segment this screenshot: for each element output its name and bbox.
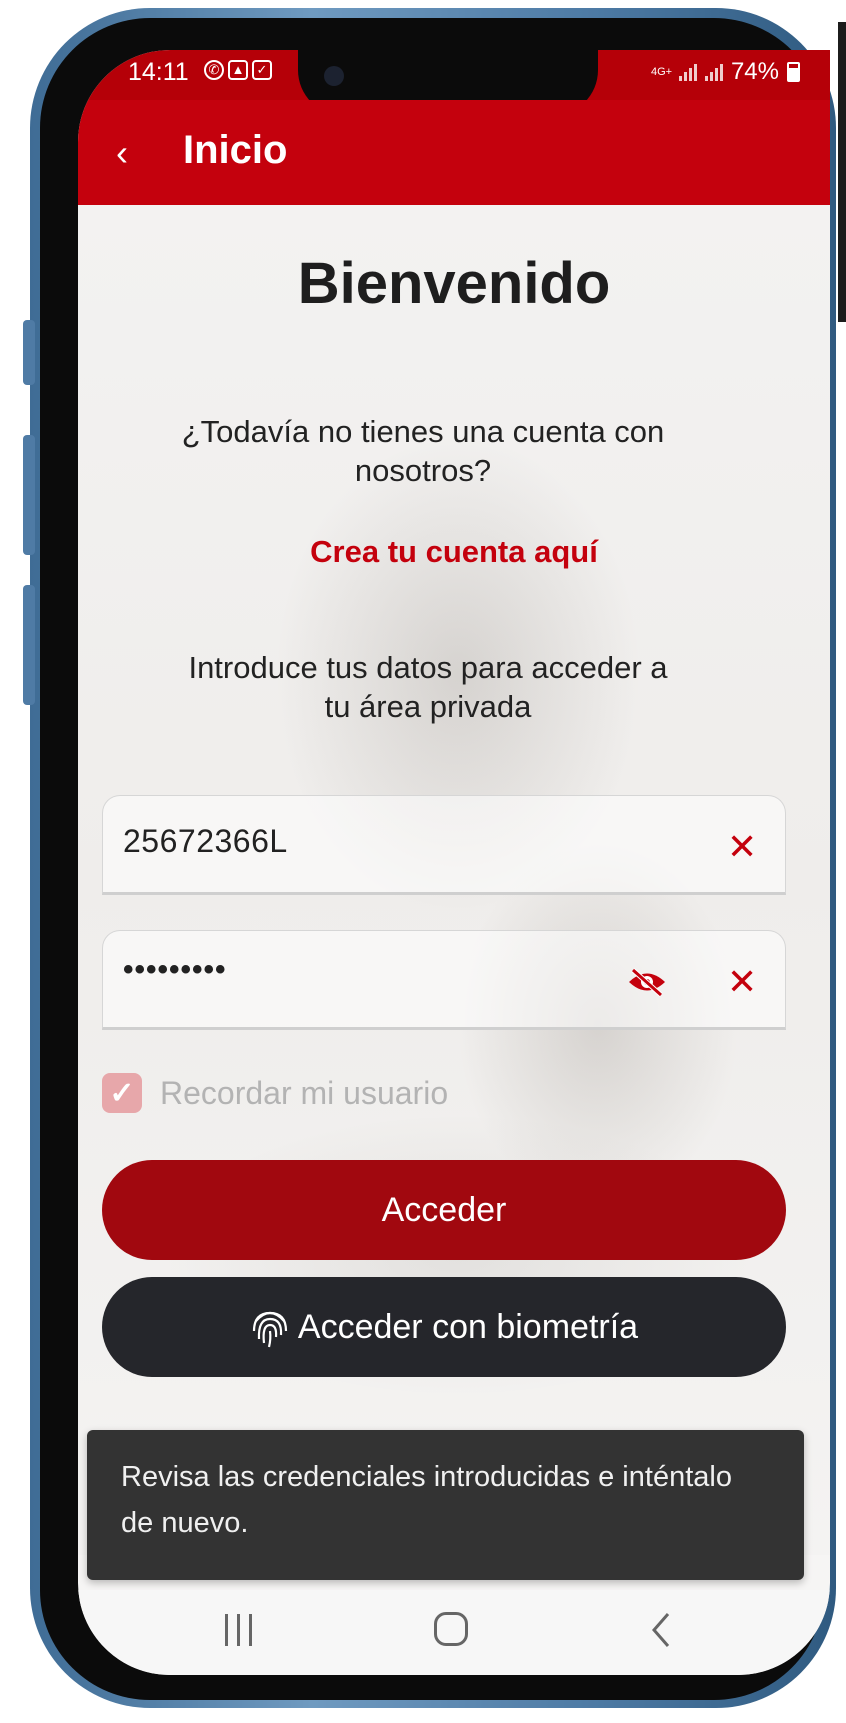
chevron-left-icon[interactable]: ‹ [116, 135, 140, 171]
biometric-login-button[interactable]: Acceder con biometría [102, 1277, 786, 1377]
network-type: 4G+ [650, 65, 673, 78]
eye-off-icon[interactable] [627, 967, 667, 997]
phone-screen: 14:11 ✆ ▲ ✓ 4G+ 74% ‹ Inicio Bienvenido … [78, 50, 830, 1675]
phone-volume-down-button [23, 585, 35, 705]
gallery-icon: ▲ [228, 60, 248, 80]
remember-label: Recordar mi usuario [160, 1074, 449, 1111]
back-icon[interactable] [646, 1610, 676, 1650]
battery-percentage: 74% [730, 58, 779, 85]
fingerprint-icon [250, 1305, 290, 1349]
clear-password-icon[interactable]: ✕ [727, 964, 757, 1000]
phone-side-button [23, 320, 35, 385]
signal-icon [678, 63, 697, 81]
status-time: 14:11 [128, 58, 189, 86]
password-value[interactable]: ••••••••• [123, 953, 227, 987]
intro-text: Introduce tus datos para acceder a tu ár… [188, 650, 668, 724]
no-account-text: ¿Todavía no tienes una cuenta con nosotr… [181, 414, 665, 488]
welcome-heading: Bienvenido [297, 251, 611, 316]
login-button[interactable]: Acceder [102, 1160, 786, 1260]
status-notification-icons: ✆ ▲ ✓ [204, 60, 272, 80]
page-title: Inicio [183, 128, 288, 172]
password-field[interactable]: ••••••••• ✕ [102, 930, 786, 1030]
front-camera [324, 66, 344, 86]
whatsapp-icon: ✆ [204, 60, 224, 80]
signal-icon-2 [704, 63, 723, 81]
username-field[interactable]: 25672366L ✕ [102, 795, 786, 895]
remember-checkbox[interactable]: ✓ [102, 1073, 142, 1113]
app-bar: ‹ Inicio [78, 100, 830, 205]
remember-user[interactable]: ✓ Recordar mi usuario [102, 1073, 448, 1113]
system-nav-bar [78, 1590, 830, 1675]
status-indicators: 4G+ 74% [651, 58, 800, 86]
phone-volume-up-button [23, 435, 35, 555]
checkbox-icon: ✓ [252, 60, 272, 80]
recents-icon[interactable] [225, 1614, 259, 1648]
toast-message: Revisa las credenciales introducidas e i… [121, 1461, 732, 1539]
battery-icon [787, 62, 800, 82]
home-icon[interactable] [434, 1612, 468, 1646]
phone-right-edge [838, 22, 846, 322]
clear-username-icon[interactable]: ✕ [727, 829, 757, 865]
biometric-button-label: Acceder con biometría [297, 1307, 639, 1346]
login-button-label: Acceder [381, 1190, 507, 1229]
create-account-link[interactable]: Crea tu cuenta aquí [78, 534, 830, 570]
username-value[interactable]: 25672366L [123, 823, 288, 860]
error-toast: Revisa las credenciales introducidas e i… [87, 1430, 804, 1580]
